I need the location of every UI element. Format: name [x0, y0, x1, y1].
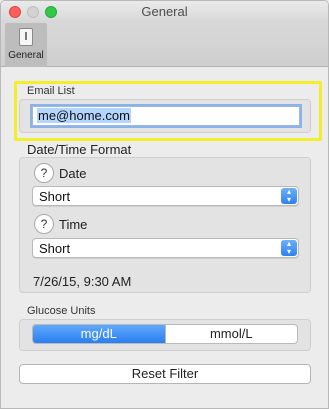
- date-time-format-title: Date/Time Format: [27, 142, 132, 157]
- date-format-value: Short: [39, 189, 71, 204]
- time-help-button[interactable]: ?: [34, 214, 54, 234]
- toolbar: General: [1, 23, 328, 67]
- segment-mg-dl[interactable]: mg/dL: [33, 325, 165, 343]
- glucose-units-group-label: Glucose Units: [27, 305, 96, 317]
- segment-mmol-l[interactable]: mmol/L: [164, 325, 298, 343]
- title-bar: General: [1, 1, 328, 23]
- focus-highlight: [14, 81, 322, 141]
- date-time-preview: 7/26/15, 9:30 AM: [33, 274, 132, 289]
- preferences-window: General General Email List me@home.com D…: [0, 0, 329, 409]
- glucose-units-control: mg/dL mmol/L: [32, 324, 298, 344]
- toolbar-item-label: General: [8, 50, 44, 61]
- chevron-updown-icon: ▴ ▾: [281, 240, 297, 256]
- time-format-value: Short: [39, 241, 71, 256]
- chevron-updown-icon: ▴ ▾: [281, 188, 297, 204]
- date-help-button[interactable]: ?: [34, 163, 54, 183]
- window-title: General: [141, 4, 188, 19]
- date-format-popup[interactable]: Short ▴ ▾: [32, 186, 299, 206]
- time-format-popup[interactable]: Short ▴ ▾: [32, 238, 299, 258]
- time-label: Time: [59, 217, 88, 232]
- date-label: Date: [59, 166, 87, 181]
- toolbar-item-general[interactable]: General: [5, 23, 47, 67]
- general-prefs-icon: [19, 28, 33, 46]
- reset-filter-button[interactable]: Reset Filter: [19, 364, 311, 384]
